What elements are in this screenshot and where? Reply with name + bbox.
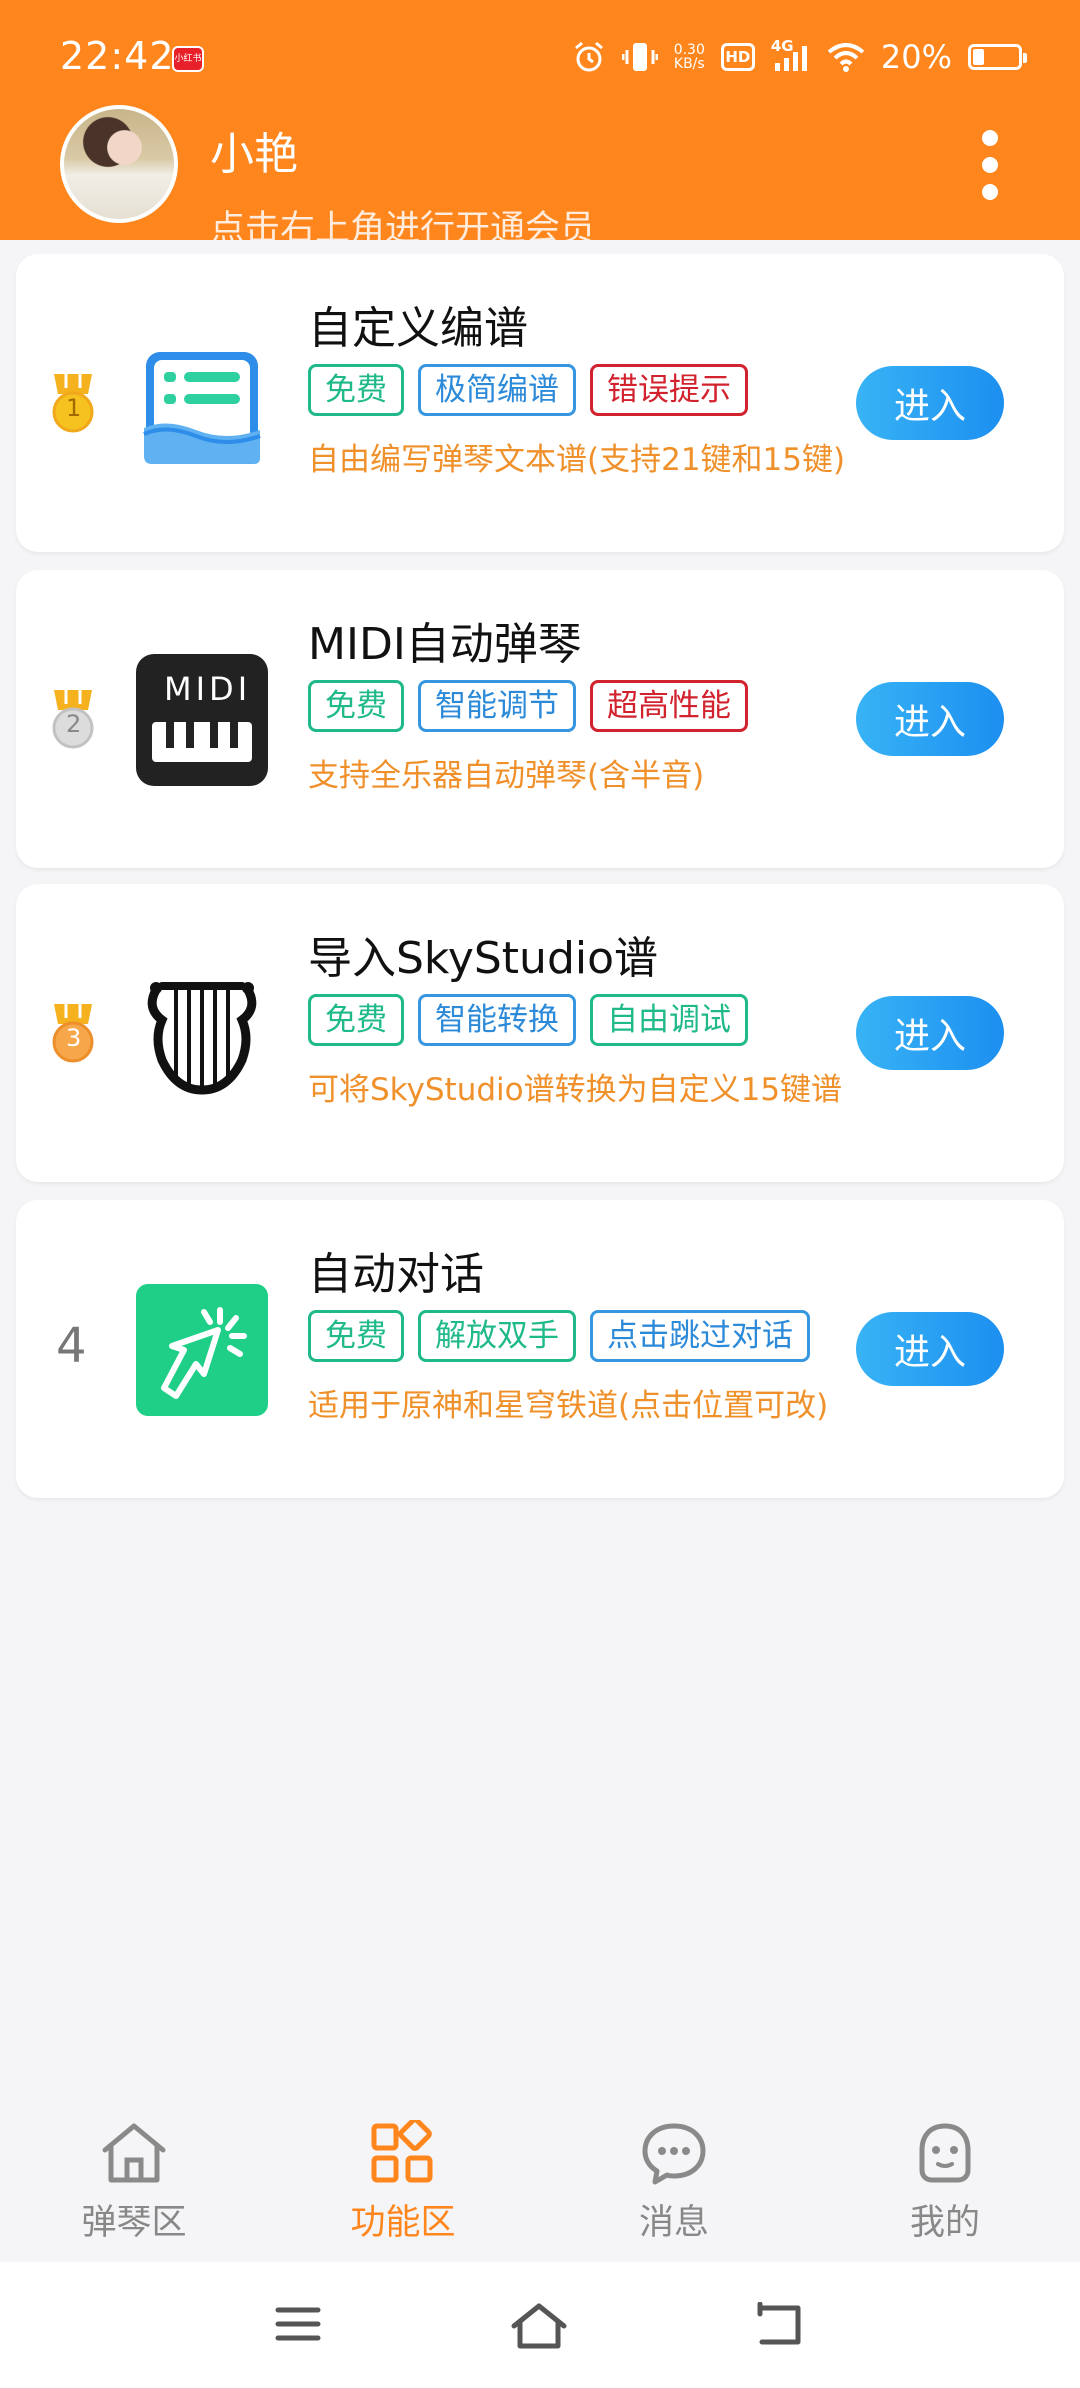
tag-list: 免费 解放双手 点击跳过对话 xyxy=(308,1310,810,1362)
score-editor-icon xyxy=(143,352,261,464)
more-dot-icon xyxy=(982,157,998,173)
tab-function-zone[interactable]: 功能区 xyxy=(303,2120,503,2260)
tag: 智能调节 xyxy=(418,680,576,732)
rank-number: 2 xyxy=(66,710,82,738)
alarm-icon xyxy=(574,41,603,72)
feature-title: 自动对话 xyxy=(308,1249,484,1300)
hd-icon: HD xyxy=(720,43,755,71)
more-dot-icon xyxy=(982,130,998,146)
user-name: 小艳 xyxy=(210,129,298,180)
feature-card-midi-autoplay[interactable]: 2 MIDI MIDI自动弹琴 免费 智能调节 超高性能 支持全乐器自动弹琴(含… xyxy=(16,570,1064,868)
tag-free: 免费 xyxy=(308,364,404,416)
more-menu-button[interactable] xyxy=(970,130,1010,200)
tab-messages[interactable]: 消息 xyxy=(574,2120,774,2260)
app-notification-icon: 小红书 xyxy=(172,46,204,72)
tag: 错误提示 xyxy=(590,364,748,416)
feature-description: 适用于原神和星穹铁道(点击位置可改) xyxy=(308,1388,829,1424)
vibrate-icon xyxy=(621,43,658,71)
enter-button[interactable]: 进入 xyxy=(856,682,1004,756)
feature-card-custom-score[interactable]: 1 自定义编谱 免费 极简编谱 错误提示 自由编写弹琴文本谱(支持21键和15键… xyxy=(16,254,1064,552)
wifi-icon xyxy=(827,43,865,72)
enter-button[interactable]: 进入 xyxy=(856,1312,1004,1386)
tag: 自由调试 xyxy=(590,994,748,1046)
menu-icon[interactable] xyxy=(274,2302,322,2346)
nav-label: 我的 xyxy=(909,2203,980,2243)
avatar[interactable] xyxy=(60,105,178,223)
feature-title: 自定义编谱 xyxy=(308,303,528,354)
battery-icon xyxy=(968,44,1027,70)
membership-hint[interactable]: 点击右上角进行开通会员 xyxy=(210,200,710,240)
rank-number: 3 xyxy=(66,1024,82,1052)
bottom-nav: 弹琴区 功能区 消息 我的 xyxy=(0,2090,1080,2260)
nav-label: 功能区 xyxy=(350,2203,456,2243)
battery-percent: 20% xyxy=(880,38,952,76)
tag: 解放双手 xyxy=(418,1310,576,1362)
tag: 点击跳过对话 xyxy=(590,1310,810,1362)
system-home-icon[interactable] xyxy=(510,2302,568,2350)
auto-click-icon xyxy=(136,1284,268,1416)
tag-list: 免费 智能调节 超高性能 xyxy=(308,680,748,732)
tag: 超高性能 xyxy=(590,680,748,732)
net-speed: 0.30 KB/s xyxy=(673,42,705,72)
header: 22:42 小红书 0.30 KB/s HD 4G 20% 小艳 点击右上角进行… xyxy=(0,0,1080,240)
tab-piano-zone[interactable]: 弹琴区 xyxy=(34,2120,234,2260)
status-bar: 22:42 小红书 0.30 KB/s HD 4G 20% xyxy=(0,0,1080,110)
signal-icon: 4G xyxy=(771,37,811,73)
tab-profile[interactable]: 我的 xyxy=(845,2120,1045,2260)
back-icon[interactable] xyxy=(754,2302,804,2348)
chat-icon xyxy=(642,2123,706,2185)
tag-list: 免费 极简编谱 错误提示 xyxy=(308,364,748,416)
tag: 智能转换 xyxy=(418,994,576,1046)
midi-icon-text: MIDI xyxy=(164,670,252,708)
tag-free: 免费 xyxy=(308,1310,404,1362)
tag-list: 免费 智能转换 自由调试 xyxy=(308,994,748,1046)
tag: 极简编谱 xyxy=(418,364,576,416)
rank-number: 1 xyxy=(66,394,82,422)
feature-title: MIDI自动弹琴 xyxy=(308,619,582,670)
enter-button[interactable]: 进入 xyxy=(856,366,1004,440)
feature-card-import-skystudio[interactable]: 3 导入SkyStudio谱 免费 智能转换 自由调试 可将SkyStudio谱… xyxy=(16,884,1064,1182)
grid-icon xyxy=(371,2120,433,2183)
more-dot-icon xyxy=(982,184,998,200)
feature-description: 支持全乐器自动弹琴(含半音) xyxy=(308,758,705,794)
profile-icon xyxy=(919,2123,971,2183)
feature-description: 可将SkyStudio谱转换为自定义15键谱 xyxy=(308,1072,843,1108)
home-icon xyxy=(102,2123,166,2183)
tag-free: 免费 xyxy=(308,994,404,1046)
feature-description: 自由编写弹琴文本谱(支持21键和15键) xyxy=(308,442,846,478)
nav-label: 弹琴区 xyxy=(81,2203,187,2243)
system-nav-bar xyxy=(0,2262,1080,2388)
enter-button[interactable]: 进入 xyxy=(856,996,1004,1070)
tag-free: 免费 xyxy=(308,680,404,732)
status-icons: 0.30 KB/s HD 4G 20% xyxy=(572,37,1027,76)
feature-card-auto-dialog[interactable]: 4 自动对话 免费 解放双手 点击跳过对话 适用于原神和星穹铁道(点击位置可改)… xyxy=(16,1200,1064,1498)
feature-title: 导入SkyStudio谱 xyxy=(308,933,659,984)
status-time: 22:42 xyxy=(60,34,175,78)
lyre-icon xyxy=(147,982,257,1095)
nav-label: 消息 xyxy=(638,2203,709,2243)
rank-number: 4 xyxy=(56,1318,87,1374)
